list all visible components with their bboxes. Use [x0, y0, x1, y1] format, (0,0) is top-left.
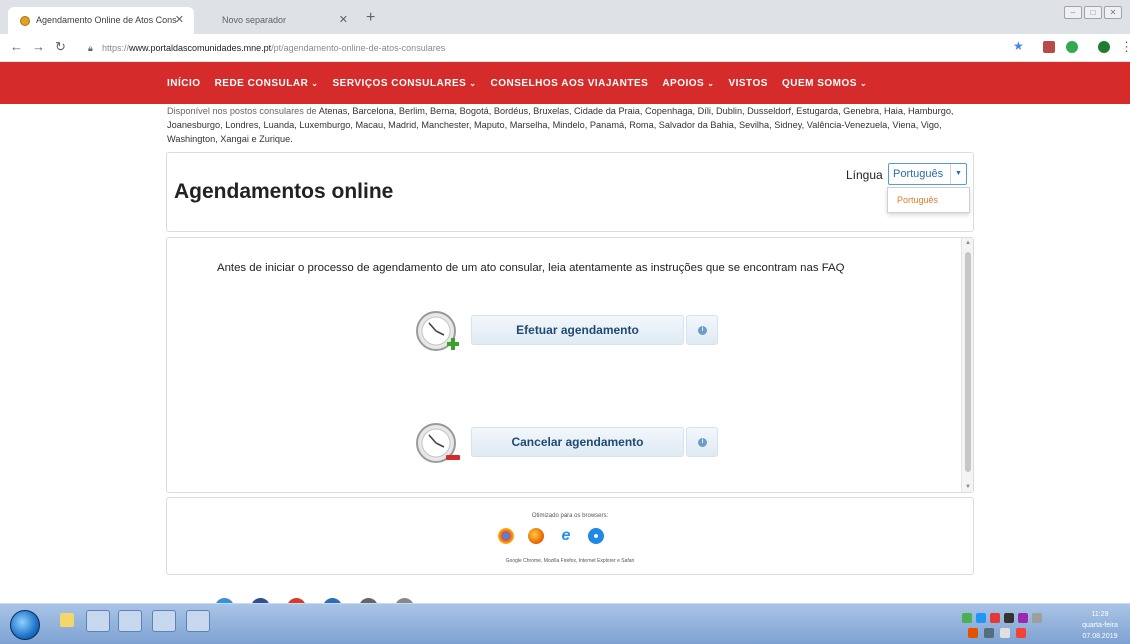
info-icon: i	[698, 326, 707, 335]
firefox-icon	[528, 528, 544, 544]
taskbar-app-icon[interactable]	[152, 610, 176, 632]
reload-icon[interactable]: ↻	[55, 39, 66, 55]
chevron-down-icon: ⌄	[311, 79, 319, 88]
scrollbar-thumb[interactable]	[965, 252, 971, 472]
nav-item-conselhos-viajantes[interactable]: CONSELHOS AOS VIAJANTES	[491, 78, 649, 89]
windows-start-icon[interactable]	[10, 610, 40, 640]
system-tray	[958, 611, 1068, 641]
forward-arrow-icon[interactable]: →	[32, 39, 45, 54]
cancel-appointment-info-button[interactable]: i	[686, 427, 718, 457]
nav-item-quem-somos[interactable]: QUEM SOMOS ⌄	[782, 78, 867, 89]
availability-notice: Disponível nos postos consulares de Aten…	[167, 106, 954, 144]
tray-icon[interactable]	[1018, 613, 1028, 623]
windows-taskbar: 11:29 quarta-feira 07.08.2019	[0, 603, 1130, 644]
close-window-icon[interactable]: ✕	[1104, 6, 1122, 19]
instructions-text: Antes de iniciar o processo de agendamen…	[217, 262, 845, 274]
back-arrow-icon[interactable]: ←	[10, 39, 23, 54]
url-path: /pt/agendamento-online-de-atos-consulare…	[271, 43, 446, 53]
close-tab-icon[interactable]: ✕	[175, 13, 184, 26]
nav-item-servicos-consulares[interactable]: SERVIÇOS CONSULARES ⌄	[333, 78, 477, 89]
header-panel: Agendamentos online Língua Português ▼ P…	[166, 152, 974, 232]
panel-scrollbar[interactable]: ▲ ▼	[961, 238, 973, 492]
browser-tab-strip: Agendamento Online de Atos Cons­ ✕ Novo …	[0, 0, 1130, 34]
extension-icon[interactable]	[1043, 41, 1055, 53]
booking-panel: Antes de iniciar o processo de agendamen…	[166, 237, 974, 493]
url-host: www.portaldascomunidades.mne.pt	[129, 43, 272, 53]
language-label: Língua	[846, 168, 883, 182]
clock-add-icon	[416, 311, 459, 351]
nav-item-rede-consular[interactable]: REDE CONSULAR ⌄	[215, 78, 319, 89]
minimize-icon[interactable]: –	[1064, 6, 1082, 19]
browser-toolbar: ← → ↻ 🔒︎ https://www.portaldascomunidade…	[0, 34, 1130, 62]
tray-icon[interactable]	[1016, 628, 1026, 638]
url-scheme: https://	[102, 43, 130, 53]
extension-icon[interactable]	[1066, 41, 1078, 53]
address-bar[interactable]: 🔒︎ https://www.portaldascomunidades.mne.…	[88, 38, 998, 58]
browser-tab-active[interactable]: Agendamento Online de Atos Cons­ ✕	[8, 7, 194, 34]
make-appointment-button[interactable]: Efetuar agendamento	[471, 315, 684, 345]
clock-remove-icon	[416, 423, 460, 463]
tray-icon[interactable]	[990, 613, 1000, 623]
tray-icon[interactable]	[962, 613, 972, 623]
browser-support-panel: Otimizado para os browsers: e Google Chr…	[166, 497, 974, 575]
chevron-down-icon: ⌄	[707, 79, 715, 88]
nav-item-vistos[interactable]: VISTOS	[728, 78, 768, 89]
select-arrow-icon: ▼	[950, 164, 966, 184]
site-main-menu: INÍCIO REDE CONSULAR ⌄ SERVIÇOS CONSULARE…	[0, 62, 1130, 104]
safari-icon	[588, 528, 604, 544]
plus-icon[interactable]: +	[366, 9, 375, 27]
scroll-up-icon[interactable]: ▲	[965, 240, 971, 246]
taskbar-app-icon[interactable]	[186, 610, 210, 632]
chevron-down-icon: ⌄	[859, 79, 868, 88]
chrome-taskbar-icon[interactable]	[86, 610, 110, 632]
page-title: Agendamentos online	[174, 180, 394, 203]
menu-kebab-icon[interactable]: ⋮	[1120, 39, 1130, 55]
tray-icon[interactable]	[1032, 613, 1042, 623]
lock-icon: 🔒︎	[88, 43, 93, 53]
browser-support-caption: Otimizado para os browsers:	[531, 513, 609, 519]
tab-title: Novo separador	[222, 15, 287, 25]
taskbar-app-icon[interactable]	[118, 610, 142, 632]
tray-icon[interactable]	[1004, 613, 1014, 623]
close-tab-icon[interactable]: ✕	[339, 13, 348, 26]
file-explorer-icon[interactable]	[60, 613, 74, 627]
browser-names: Google Chrome, Mozilla Firefox, Internet…	[505, 558, 635, 564]
language-option[interactable]: Português	[887, 187, 970, 213]
make-appointment-row: Efetuar agendamento i	[415, 308, 725, 358]
browser-tab-inactive[interactable]: Novo separador ✕	[194, 7, 358, 34]
maximize-icon[interactable]: □	[1084, 6, 1102, 19]
cancel-appointment-row: Cancelar agendamento i	[415, 420, 725, 470]
window-controls: – □ ✕	[1064, 6, 1122, 19]
tray-icon[interactable]	[968, 628, 978, 638]
profile-avatar-icon[interactable]	[1098, 41, 1110, 53]
info-icon: i	[698, 438, 707, 447]
network-icon[interactable]	[984, 628, 994, 638]
chrome-icon	[498, 528, 514, 544]
internet-explorer-icon: e	[561, 527, 571, 544]
taskbar-clock[interactable]: 11:29 quarta-feira 07.08.2019	[1072, 609, 1128, 642]
scroll-down-icon[interactable]: ▼	[965, 484, 971, 490]
browser-icons: e	[498, 528, 604, 544]
cancel-appointment-button[interactable]: Cancelar agendamento	[471, 427, 684, 457]
tray-icon[interactable]	[976, 613, 986, 623]
bookmark-star-icon[interactable]: ★	[1013, 39, 1024, 53]
nav-item-apoios[interactable]: APOIOS ⌄	[662, 78, 714, 89]
site-favicon-icon	[20, 16, 30, 26]
language-select[interactable]: Português ▼	[888, 163, 967, 185]
nav-item-inicio[interactable]: INÍCIO	[167, 78, 201, 89]
volume-icon[interactable]	[1000, 628, 1010, 638]
make-appointment-info-button[interactable]: i	[686, 315, 718, 345]
chevron-down-icon: ⌄	[469, 79, 477, 88]
tab-title: Agendamento Online de Atos Cons­	[36, 15, 177, 25]
